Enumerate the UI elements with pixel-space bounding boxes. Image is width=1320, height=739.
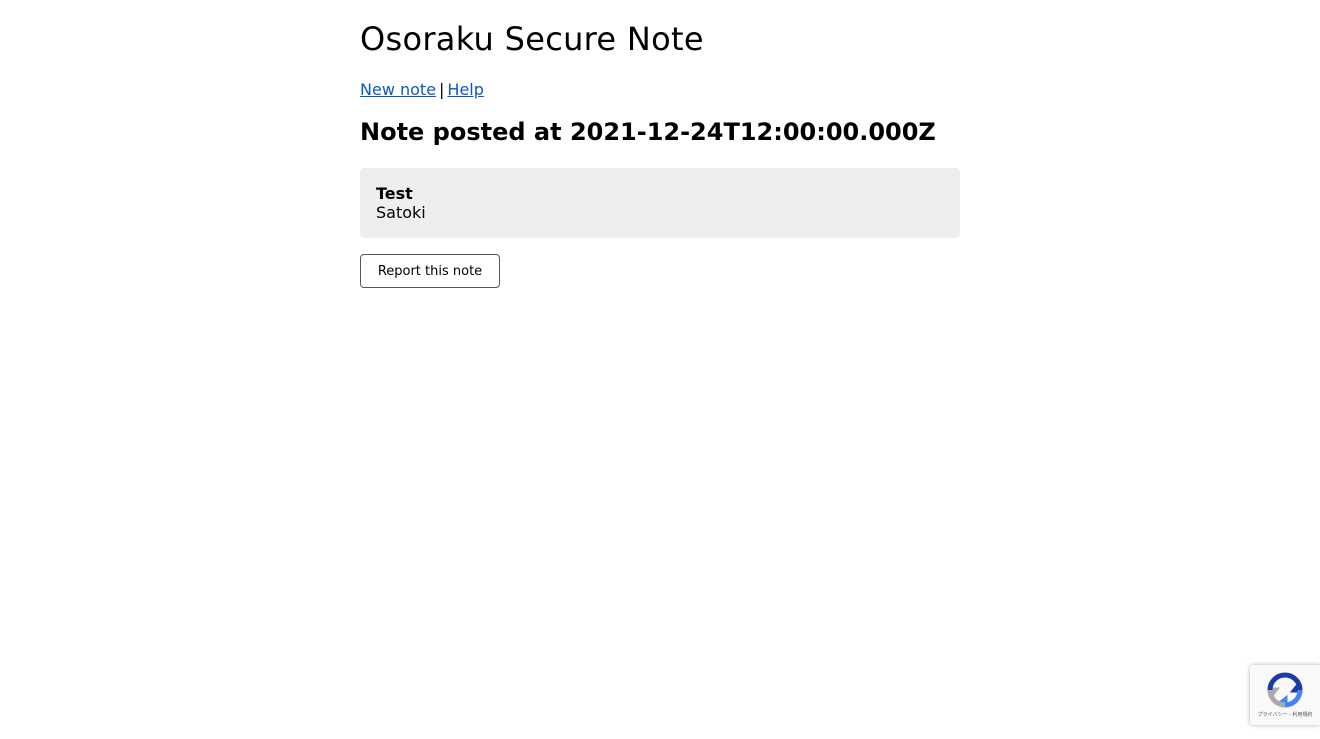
note-heading: Note posted at 2021-12-24T12:00:00.000Z [360,118,936,146]
site-title: Osoraku Secure Note [360,20,704,58]
nav-separator: | [439,80,445,99]
note-title: Test [376,184,413,203]
new-note-link[interactable]: New note [360,80,436,99]
note-content-box: Test Satoki [360,168,960,238]
report-note-button[interactable]: Report this note [360,254,500,288]
recaptcha-links[interactable]: プライバシー - 利用規約 [1250,711,1320,718]
nav-bar: New note | Help [360,80,484,99]
recaptcha-badge[interactable]: プライバシー - 利用規約 [1250,665,1320,725]
help-link[interactable]: Help [447,80,483,99]
note-body: Satoki [376,203,426,222]
